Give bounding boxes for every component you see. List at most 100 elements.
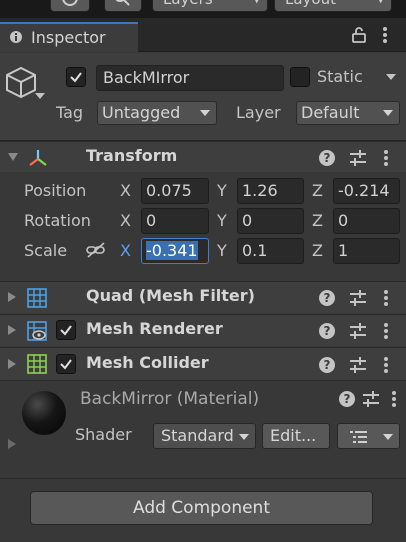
shader-value: Standard [161, 426, 234, 445]
chevron-down-icon [383, 110, 393, 116]
rotation-z-label[interactable]: Z [312, 211, 323, 230]
info-icon [10, 31, 22, 43]
main-toolbar: Layers ▼ Layout ▼ [0, 0, 406, 18]
layer-label: Layer [236, 103, 281, 122]
mesh-renderer-header[interactable]: Mesh Renderer ? [0, 314, 406, 346]
chevron-down-icon: ▼ [377, 0, 385, 11]
foldout-collapsed-icon[interactable] [8, 439, 16, 449]
checkmark-icon [60, 359, 72, 370]
presets-icon[interactable] [349, 289, 367, 307]
transform-header[interactable]: Transform ? [0, 141, 406, 173]
tag-value: Untagged [102, 103, 181, 122]
component-menu-icon[interactable] [384, 290, 388, 306]
mesh-filter-header[interactable]: Quad (Mesh Filter) ? [0, 281, 406, 313]
rotation-label: Rotation [24, 211, 91, 230]
material-preview-sphere[interactable] [22, 391, 66, 435]
component-title: Quad (Mesh Filter) [86, 286, 255, 305]
component-menu-icon[interactable] [384, 323, 388, 339]
layer-dropdown[interactable]: Default [296, 101, 400, 125]
history-icon [62, 0, 78, 6]
material-menu-icon[interactable] [392, 391, 396, 407]
rotation-y-label[interactable]: Y [217, 211, 227, 230]
layers-label: Layers [163, 0, 213, 8]
chevron-down-icon [239, 434, 249, 440]
list-icon [350, 431, 367, 443]
mesh-filter-icon [27, 288, 47, 308]
tag-dropdown[interactable]: Untagged [97, 101, 217, 125]
active-checkbox[interactable] [66, 67, 86, 87]
foldout-expanded-icon[interactable] [8, 153, 18, 161]
lock-icon[interactable] [352, 27, 366, 43]
component-menu-icon[interactable] [384, 150, 388, 166]
presets-icon[interactable] [349, 356, 367, 374]
scale-label: Scale [24, 241, 68, 260]
chevron-down-icon [200, 110, 210, 116]
search-icon [115, 0, 130, 6]
scale-x-label[interactable]: X [120, 241, 131, 260]
presets-icon[interactable] [349, 149, 367, 167]
scale-x-value: 0.341 [151, 241, 198, 260]
rotation-y-field[interactable]: 0 [237, 208, 304, 234]
presets-icon[interactable] [362, 390, 380, 408]
foldout-collapsed-icon[interactable] [8, 359, 16, 369]
layers-dropdown[interactable]: Layers ▼ [152, 0, 268, 12]
scale-z-label[interactable]: Z [312, 241, 323, 260]
position-z-label[interactable]: Z [312, 181, 323, 200]
layout-dropdown[interactable]: Layout ▼ [274, 0, 392, 12]
material-title: BackMirror (Material) [80, 389, 260, 409]
scale-z-field[interactable]: 1 [333, 238, 400, 264]
foldout-collapsed-icon[interactable] [8, 292, 16, 302]
help-icon[interactable]: ? [339, 391, 355, 407]
tag-label: Tag [56, 103, 84, 122]
component-title: Mesh Collider [86, 353, 209, 372]
scale-x-field[interactable]: -0.341 [141, 238, 209, 264]
position-x-field[interactable]: 0.075 [141, 178, 209, 204]
icon-dropdown-icon[interactable] [35, 93, 45, 99]
help-icon[interactable]: ? [319, 357, 335, 373]
tab-label: Inspector [31, 28, 106, 47]
static-dropdown-icon[interactable] [386, 74, 396, 80]
search-button[interactable] [104, 0, 142, 12]
object-header: BackMIrror Static Tag Untagged Layer Def… [0, 53, 406, 141]
selected-text: - [146, 241, 152, 260]
object-name-field[interactable]: BackMIrror [96, 65, 284, 91]
shader-dropdown[interactable]: Standard [153, 423, 256, 449]
rotation-z-field[interactable]: 0 [333, 208, 400, 234]
material-section: BackMirror (Material) ? Shader Standard … [0, 380, 406, 458]
scale-y-field[interactable]: 0.1 [237, 238, 304, 264]
shader-label: Shader [75, 425, 132, 444]
position-y-field[interactable]: 1.26 [237, 178, 304, 204]
position-x-label[interactable]: X [120, 181, 131, 200]
scale-y-label[interactable]: Y [217, 241, 227, 260]
layout-label: Layout [285, 0, 336, 8]
help-icon[interactable]: ? [319, 290, 335, 306]
enabled-checkbox[interactable] [56, 354, 76, 374]
constrain-proportions-icon[interactable] [86, 242, 106, 258]
enabled-checkbox[interactable] [56, 320, 76, 340]
shader-options-dropdown[interactable] [337, 423, 400, 449]
chevron-down-icon: ▼ [253, 0, 261, 11]
foldout-collapsed-icon[interactable] [8, 325, 16, 335]
tab-menu-icon[interactable] [383, 27, 387, 43]
transform-axes-icon [29, 150, 47, 166]
component-title: Mesh Renderer [86, 319, 223, 338]
position-z-field[interactable]: -0.214 [333, 178, 400, 204]
help-icon[interactable]: ? [319, 323, 335, 339]
mesh-collider-icon [27, 354, 47, 374]
help-icon[interactable]: ? [319, 150, 335, 166]
add-component-button[interactable]: Add Component [30, 491, 373, 525]
rotation-x-field[interactable]: 0 [141, 208, 209, 234]
checkmark-icon [70, 72, 82, 83]
layer-value: Default [301, 103, 360, 122]
presets-icon[interactable] [349, 322, 367, 340]
rotation-x-label[interactable]: X [120, 211, 131, 230]
static-checkbox[interactable] [290, 67, 310, 87]
component-menu-icon[interactable] [384, 357, 388, 373]
tab-inspector[interactable]: Inspector [0, 22, 138, 52]
position-label: Position [24, 181, 87, 200]
history-button[interactable] [50, 0, 90, 12]
edit-shader-button[interactable]: Edit... [262, 423, 330, 449]
gameobject-cube-icon[interactable] [4, 65, 38, 99]
position-y-label[interactable]: Y [217, 181, 227, 200]
mesh-collider-header[interactable]: Mesh Collider ? [0, 347, 406, 380]
